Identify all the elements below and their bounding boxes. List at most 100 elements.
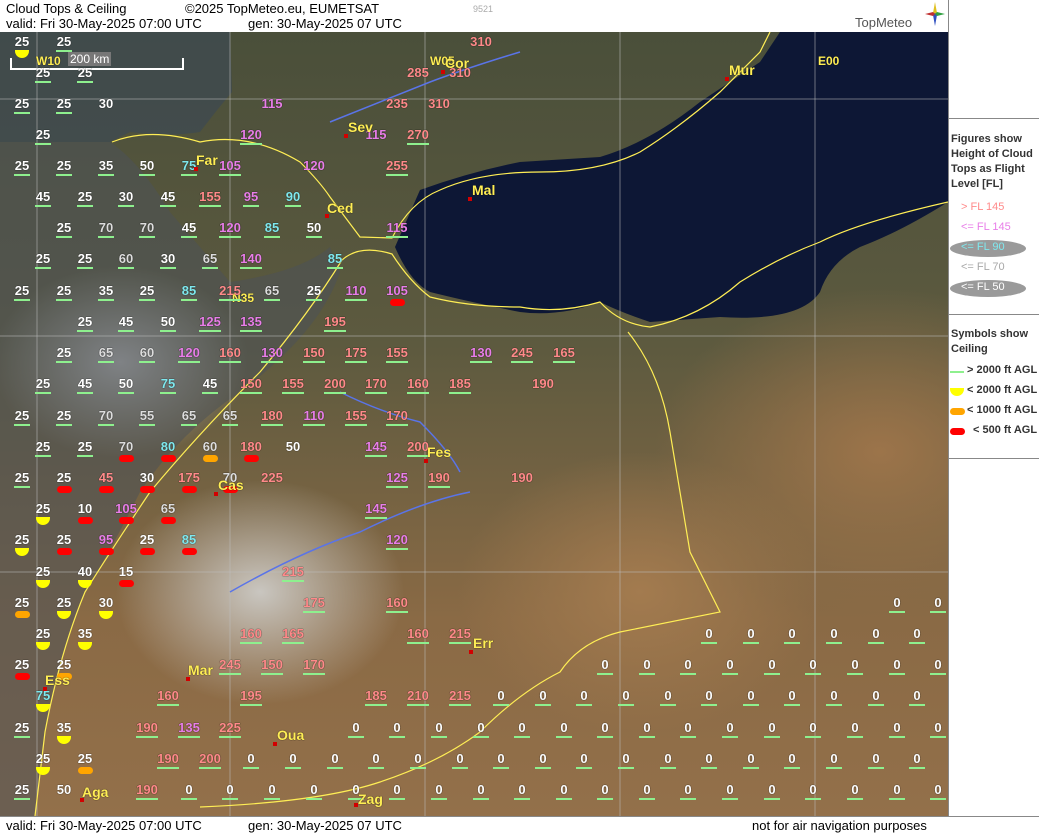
ceiling-symbol-line [365, 517, 387, 519]
ceiling-symbol-line [826, 642, 842, 644]
ceiling-symbol-line [56, 236, 72, 238]
ceiling-symbol-line [743, 767, 759, 769]
ceiling-symbol-line [618, 767, 634, 769]
ceiling-symbol-yellow [35, 767, 50, 775]
cloud-top-value: 0 [352, 720, 360, 735]
cloud-top-value: 120 [386, 532, 408, 547]
cloud-top-value: 0 [872, 626, 880, 641]
cloud-top-value: 25 [35, 127, 51, 142]
ceiling-symbol-red [56, 548, 72, 555]
ceiling-symbol-line [909, 704, 925, 706]
ceiling-symbol-line [35, 455, 51, 457]
ceiling-symbol-line [680, 673, 696, 675]
ceiling-symbol-line [56, 299, 72, 301]
cloud-top-value: 310 [428, 96, 450, 111]
cloud-top-value: 0 [539, 751, 547, 766]
cloud-top-value: 30 [98, 595, 114, 610]
ceiling-symbol-line [930, 673, 946, 675]
river-oum-rbia [229, 491, 471, 593]
cloud-top-value: 50 [139, 158, 155, 173]
ceiling-symbol-line [160, 267, 176, 269]
ceiling-symbol-line [431, 736, 447, 738]
ceiling-symbol-line [639, 673, 655, 675]
cloud-top-value: 65 [98, 345, 114, 360]
cloud-top-value: 25 [77, 314, 93, 329]
ceiling-symbol-red [139, 486, 155, 493]
cloud-top-value: 115 [261, 96, 283, 111]
city-label: Ess [45, 672, 70, 688]
cloud-top-value: 0 [518, 782, 526, 797]
ceiling-symbol-line [345, 299, 367, 301]
cloud-top-value: 0 [601, 720, 609, 735]
cloud-top-value: 0 [913, 626, 921, 641]
ceiling-symbol-line [452, 767, 468, 769]
cloud-top-value: 185 [449, 376, 471, 391]
ceiling-symbol-line [348, 736, 364, 738]
city-label: Zag [358, 791, 383, 807]
ceiling-symbol-line [199, 205, 221, 207]
cloud-top-value: 0 [331, 751, 339, 766]
cloud-top-value: 190 [136, 720, 158, 735]
ceiling-symbol-line [722, 798, 738, 800]
cloud-top-value: 0 [934, 782, 942, 797]
cloud-top-value: 0 [788, 626, 796, 641]
cloud-top-value: 0 [393, 782, 401, 797]
ceiling-symbol-line [160, 392, 176, 394]
ceiling-legend-symbol-line [950, 371, 964, 373]
valid-time: valid: Fri 30-May-2025 07:00 UTC [6, 16, 202, 31]
cloud-top-value: 270 [407, 127, 429, 142]
cloud-top-value: 25 [14, 158, 30, 173]
ceiling-symbol-line [345, 361, 367, 363]
ceiling-symbol-line [139, 361, 155, 363]
cloud-top-value: 310 [470, 34, 492, 49]
cloud-top-value: 50 [285, 439, 301, 454]
city-label: Mal [472, 182, 496, 198]
ceiling-symbol-line [511, 361, 533, 363]
cloud-top-value: 25 [35, 439, 51, 454]
cloud-top-value: 0 [289, 751, 297, 766]
cloud-top-value: 0 [414, 751, 422, 766]
cloud-top-value: 35 [98, 283, 114, 298]
ceiling-symbol-line [680, 736, 696, 738]
satellite-map[interactable]: 200 km W10 W05 E00 N35 25 25 310 25 25 285 310 25 2… [0, 32, 948, 816]
cloud-top-value: 105 [115, 501, 137, 516]
ceiling-symbol-line [889, 611, 905, 613]
cloud-top-value: 210 [407, 688, 429, 703]
cloud-top-value: 0 [580, 751, 588, 766]
ceiling-symbol-line [240, 392, 262, 394]
cloud-top-value: 0 [768, 657, 776, 672]
ceiling-symbol-line [868, 767, 884, 769]
ceiling-symbol-line [389, 798, 405, 800]
cloud-top-value: 0 [830, 626, 838, 641]
cloud-top-value: 25 [14, 782, 30, 797]
ceiling-symbol-line [240, 704, 262, 706]
cloud-top-value: 45 [77, 376, 93, 391]
cloud-top-value: 95 [98, 532, 114, 547]
cloud-top-value: 30 [98, 96, 114, 111]
grid-label: E00 [818, 54, 840, 68]
cloud-top-value: 0 [372, 751, 380, 766]
cloud-top-value: 180 [261, 408, 283, 423]
cloud-top-value: 0 [747, 626, 755, 641]
cloud-top-value: 25 [56, 345, 72, 360]
cloud-top-value: 0 [393, 720, 401, 735]
city-label: Sev [348, 119, 373, 135]
cloud-top-value: 170 [303, 657, 325, 672]
cloud-top-value: 25 [35, 65, 51, 80]
ceiling-symbol-line [285, 767, 301, 769]
ceiling-legend-item: < 1000 ft AGL [967, 404, 1038, 416]
cloud-top-value: 35 [56, 720, 72, 735]
city-label: Mur [729, 62, 755, 78]
cloud-top-value: 30 [118, 189, 134, 204]
cloud-top-value: 0 [497, 688, 505, 703]
ceiling-symbol-line [77, 455, 93, 457]
cloud-top-value: 0 [893, 782, 901, 797]
ceiling-symbol-red [118, 580, 134, 587]
cloud-top-value: 0 [851, 657, 859, 672]
ceiling-symbol-red [14, 673, 30, 680]
ceiling-symbol-line [219, 361, 241, 363]
cloud-top-value: 10 [77, 501, 93, 516]
ceiling-legend-item: < 2000 ft AGL [967, 384, 1038, 396]
tops-legend-item: <= FL 50 [961, 281, 1005, 293]
cloud-top-value: 25 [56, 220, 72, 235]
